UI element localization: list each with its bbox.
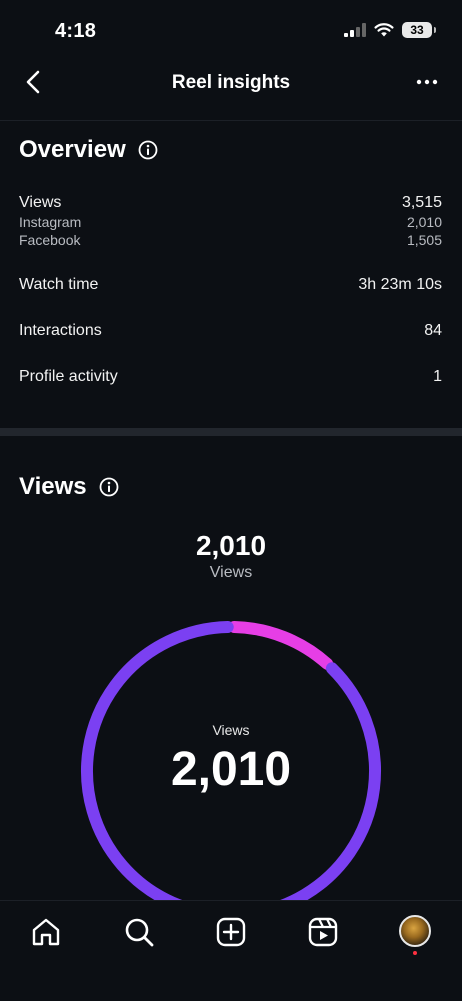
interactions-value: 84 (424, 322, 442, 339)
create-icon[interactable] (215, 916, 247, 948)
overview-title: Overview (19, 136, 126, 163)
donut-segment-pink (228, 621, 334, 670)
profile-avatar[interactable] (399, 915, 431, 947)
views-value: 3,515 (401, 194, 442, 211)
page-title: Reel insights (171, 72, 291, 93)
instagram-label: Instagram (19, 214, 82, 230)
profile-activity-row: Profile activity 1 (19, 368, 442, 386)
facebook-value: 1,505 (406, 232, 442, 248)
battery-level: 33 (410, 23, 424, 37)
views-total-label: Views (209, 564, 253, 581)
reels-icon[interactable] (307, 916, 339, 948)
notification-dot (413, 951, 417, 955)
bottom-tab-bar (0, 900, 462, 1001)
profile-activity-value: 1 (433, 368, 442, 385)
status-time: 4:18 (55, 20, 97, 42)
interactions-row: Interactions 84 (19, 322, 442, 340)
status-icons: 33 (344, 22, 436, 38)
info-icon[interactable] (99, 477, 119, 497)
wifi-icon (374, 23, 394, 37)
info-icon[interactable] (138, 140, 158, 160)
battery-icon: 33 (402, 22, 436, 38)
nav-header: Reel insights (0, 60, 462, 121)
watch-time-row: Watch time 3h 23m 10s (19, 276, 442, 294)
views-total-value: 2,010 (195, 530, 267, 561)
profile-activity-label: Profile activity (19, 368, 118, 385)
interactions-label: Interactions (19, 322, 102, 339)
signal-icon (344, 23, 366, 37)
status-bar: 4:18 33 (0, 0, 462, 60)
instagram-row: Instagram 2,010 (19, 214, 442, 230)
facebook-row: Facebook 1,505 (19, 232, 442, 248)
watch-time-value: 3h 23m 10s (358, 276, 442, 293)
section-divider (0, 428, 462, 436)
watch-time-label: Watch time (19, 276, 99, 293)
views-label: Views (19, 194, 62, 211)
more-options-icon[interactable] (416, 78, 438, 86)
search-icon[interactable] (123, 916, 155, 948)
overview-heading: Overview (19, 136, 158, 164)
instagram-value: 2,010 (406, 214, 442, 230)
donut-center-value: 2,010 (170, 743, 292, 796)
facebook-label: Facebook (19, 232, 81, 248)
views-section-title: Views (19, 473, 87, 500)
views-row: Views 3,515 (19, 194, 442, 212)
donut-center-label: Views (212, 722, 250, 738)
home-icon[interactable] (30, 916, 62, 948)
views-heading: Views (19, 473, 119, 501)
